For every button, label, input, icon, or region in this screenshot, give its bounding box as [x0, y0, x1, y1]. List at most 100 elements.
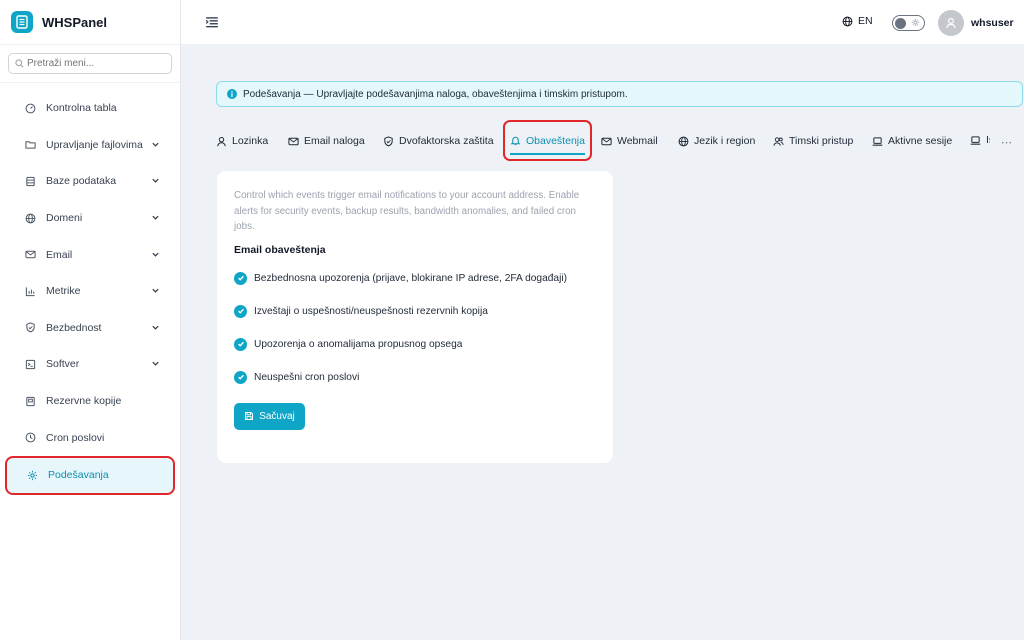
laptop-icon	[970, 135, 981, 146]
option-security-alerts[interactable]: Bezbednosna upozorenja (prijave, blokira…	[234, 262, 596, 295]
toggle-knob	[895, 17, 906, 29]
sidebar-item-label: Podešavanja	[48, 469, 109, 482]
tab-two-factor[interactable]: Dvofaktorska zaštita	[383, 122, 494, 160]
notification-options: Bezbednosna upozorenja (prijave, blokira…	[234, 262, 596, 394]
option-bandwidth-alerts[interactable]: Upozorenja o anomalijama propusnog opseg…	[234, 328, 596, 361]
search-icon	[15, 59, 24, 68]
sidebar-item-settings[interactable]: Podešavanja	[5, 455, 175, 495]
tab-password[interactable]: Lozinka	[216, 122, 268, 160]
clock-icon	[24, 432, 36, 444]
sidebar-item-label: Metrike	[46, 285, 81, 298]
tab-notifications[interactable]: Obaveštenja	[503, 120, 592, 161]
checkbox-checked-icon[interactable]	[234, 370, 247, 384]
tab-label: Aktivne sesije	[888, 135, 953, 147]
database-icon	[24, 175, 36, 187]
theme-toggle[interactable]	[892, 15, 925, 31]
sidebar-item-cron-jobs[interactable]: Cron poslovi	[0, 419, 180, 456]
checkbox-checked-icon[interactable]	[234, 304, 247, 318]
laptop-icon	[872, 136, 883, 147]
panel-logo-icon	[11, 11, 33, 33]
option-label: Upozorenja o anomalijama propusnog opseg…	[254, 338, 463, 350]
avatar[interactable]	[938, 10, 964, 36]
chevron-down-icon	[152, 362, 159, 367]
tab-language-region[interactable]: Jezik i region	[678, 122, 755, 160]
sidebar: WHSPanel Kontrolna tabla Upravljanje faj…	[0, 0, 181, 640]
sidebar-item-dashboard[interactable]: Kontrolna tabla	[0, 90, 180, 127]
globe-icon	[678, 136, 689, 147]
gear-icon	[26, 469, 38, 481]
option-failed-cron[interactable]: Neuspešni cron poslovi	[234, 361, 596, 394]
sun-icon	[911, 18, 920, 27]
sidebar-item-label: Kontrolna tabla	[46, 102, 117, 115]
chevron-down-icon	[152, 325, 159, 330]
shield-icon	[383, 135, 394, 147]
sidebar-item-backups[interactable]: Rezervne kopije	[0, 383, 180, 420]
tab-active-sessions[interactable]: Aktivne sesije	[872, 122, 952, 160]
sidebar-item-label: Domeni	[46, 212, 83, 225]
save-icon	[245, 412, 254, 420]
sidebar-item-label: Rezervne kopije	[46, 395, 122, 408]
mail-icon	[601, 136, 612, 147]
tab-label: Obaveštenja	[526, 134, 585, 147]
tab-label: Dvofaktorska zaštita	[399, 135, 494, 147]
folder-icon	[24, 139, 36, 151]
info-banner: i Podešavanja — Upravljajte podešavanjim…	[216, 81, 1023, 107]
sidebar-item-databases[interactable]: Baze podataka	[0, 163, 180, 200]
gauge-icon	[24, 102, 36, 114]
bell-icon	[510, 135, 521, 146]
terminal-icon	[24, 358, 36, 370]
tab-team-access[interactable]: Timski pristup	[773, 122, 853, 160]
username[interactable]: whsuser	[971, 17, 1014, 29]
tab-label: Jezik i region	[694, 135, 756, 147]
tab-label: Email naloga	[304, 135, 365, 147]
app-name: WHSPanel	[42, 14, 108, 30]
sidebar-item-domains[interactable]: Domeni	[0, 200, 180, 237]
sidebar-item-label: Bezbednost	[46, 321, 102, 334]
divider	[0, 82, 180, 83]
mail-icon	[288, 136, 299, 147]
sidebar-item-metrics[interactable]: Metrike	[0, 273, 180, 310]
menu-search-input[interactable]	[26, 58, 171, 69]
option-label: Izveštaji o uspešnosti/neuspešnosti reze…	[254, 305, 488, 317]
brand[interactable]: WHSPanel	[0, 0, 180, 45]
active-tab-indicator	[510, 153, 585, 155]
banner-text: Podešavanja — Upravljajte podešavanjima …	[243, 88, 628, 100]
mail-icon	[24, 249, 36, 261]
sidebar-nav: Kontrolna tabla Upravljanje fajlovima Ba…	[0, 90, 180, 495]
sidebar-item-file-manager[interactable]: Upravljanje fajlovima	[0, 127, 180, 164]
checkbox-checked-icon[interactable]	[234, 271, 247, 285]
users-icon	[773, 136, 784, 147]
sidebar-item-label: Upravljanje fajlovima	[46, 138, 143, 151]
more-tabs-icon[interactable]: ⋯	[1001, 136, 1012, 149]
tab-account-email[interactable]: Email naloga	[288, 122, 365, 160]
save-button[interactable]: Sačuvaj	[234, 402, 305, 430]
tab-label: Lozinka	[232, 135, 269, 147]
language-selector[interactable]: EN	[842, 15, 873, 27]
tab-label: Timski pristup	[789, 135, 854, 147]
sidebar-item-software[interactable]: Softver	[0, 346, 180, 383]
notifications-card: Control which events trigger email notif…	[217, 171, 613, 463]
user-icon	[216, 136, 227, 147]
settings-tabs: Lozinka Email naloga Dvofaktorska zaštit…	[216, 120, 1024, 161]
menu-search[interactable]	[8, 53, 172, 74]
sidebar-item-email[interactable]: Email	[0, 236, 180, 273]
archive-icon	[24, 395, 36, 407]
option-backup-reports[interactable]: Izveštaji o uspešnosti/neuspešnosti reze…	[234, 295, 596, 328]
checkbox-checked-icon[interactable]	[234, 337, 247, 351]
save-label: Sačuvaj	[259, 410, 295, 422]
notifications-description: Control which events trigger email notif…	[234, 190, 580, 232]
globe-icon	[24, 212, 36, 224]
tab-overflow[interactable]: Is	[970, 134, 990, 148]
chevron-down-icon	[152, 142, 159, 147]
sidebar-item-security[interactable]: Bezbednost	[0, 310, 180, 347]
section-title: Email obaveštenja	[234, 243, 326, 256]
info-icon: i	[227, 89, 237, 99]
top-header: EN whsuser	[181, 0, 1024, 45]
globe-icon	[842, 16, 853, 26]
chart-icon	[24, 285, 36, 297]
user-avatar-icon	[946, 17, 956, 29]
chevron-down-icon	[152, 215, 159, 220]
sidebar-toggle-icon[interactable]	[205, 15, 219, 29]
tab-webmail[interactable]: Webmail	[601, 122, 658, 160]
tab-label: Is	[986, 134, 990, 146]
